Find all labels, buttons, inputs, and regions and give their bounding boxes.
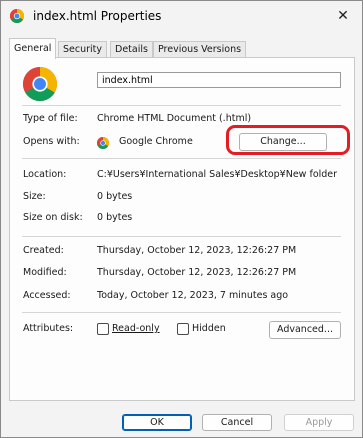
readonly-label[interactable]: Read-only — [112, 323, 160, 334]
divider — [22, 236, 341, 237]
opens-with-label: Opens with: — [23, 136, 80, 147]
tab-security[interactable]: Security — [58, 41, 108, 58]
title-bar[interactable]: index.html Properties ✕ — [1, 1, 362, 33]
window-title: index.html Properties — [33, 9, 162, 23]
attributes-label: Attributes: — [23, 323, 74, 334]
accessed-label: Accessed: — [23, 290, 71, 301]
change-button[interactable]: Change... — [239, 133, 327, 151]
size-on-disk-value: 0 bytes — [97, 212, 133, 223]
size-value: 0 bytes — [97, 191, 133, 202]
created-label: Created: — [23, 245, 64, 256]
general-panel: Type of file: Chrome HTML Document (.htm… — [9, 57, 355, 401]
chrome-icon — [10, 9, 24, 23]
apply-button[interactable]: Apply — [284, 414, 354, 431]
location-value: C:¥Users¥International Sales¥Desktop¥New… — [97, 169, 338, 180]
tab-general[interactable]: General — [9, 38, 57, 59]
opens-with-value: Google Chrome — [119, 136, 193, 147]
cancel-button[interactable]: Cancel — [202, 414, 272, 431]
created-value: Thursday, October 12, 2023, 12:26:27 PM — [97, 245, 297, 256]
accessed-value: Today, October 12, 2023, 7 minutes ago — [97, 290, 289, 301]
close-icon: ✕ — [337, 8, 349, 24]
readonly-checkbox[interactable] — [97, 323, 109, 335]
filename-input[interactable] — [97, 72, 341, 88]
location-label: Location: — [23, 169, 67, 180]
tab-details[interactable]: Details — [110, 41, 153, 58]
hidden-checkbox[interactable] — [177, 323, 189, 335]
chrome-icon — [97, 137, 109, 149]
size-label: Size: — [23, 191, 46, 202]
type-label: Type of file: — [23, 113, 78, 124]
divider — [22, 105, 341, 106]
size-on-disk-label: Size on disk: — [23, 212, 83, 223]
ok-button[interactable]: OK — [122, 414, 192, 431]
properties-window: index.html Properties ✕ General Security… — [0, 0, 363, 438]
close-button[interactable]: ✕ — [330, 5, 356, 27]
hidden-label[interactable]: Hidden — [192, 323, 226, 334]
modified-label: Modified: — [23, 267, 67, 278]
modified-value: Thursday, October 12, 2023, 12:26:27 PM — [97, 267, 297, 278]
chrome-icon — [23, 67, 57, 101]
type-value: Chrome HTML Document (.html) — [97, 113, 252, 124]
divider — [22, 312, 341, 313]
advanced-button[interactable]: Advanced... — [269, 321, 341, 339]
tab-previous-versions[interactable]: Previous Versions — [153, 41, 247, 58]
divider — [22, 158, 341, 159]
